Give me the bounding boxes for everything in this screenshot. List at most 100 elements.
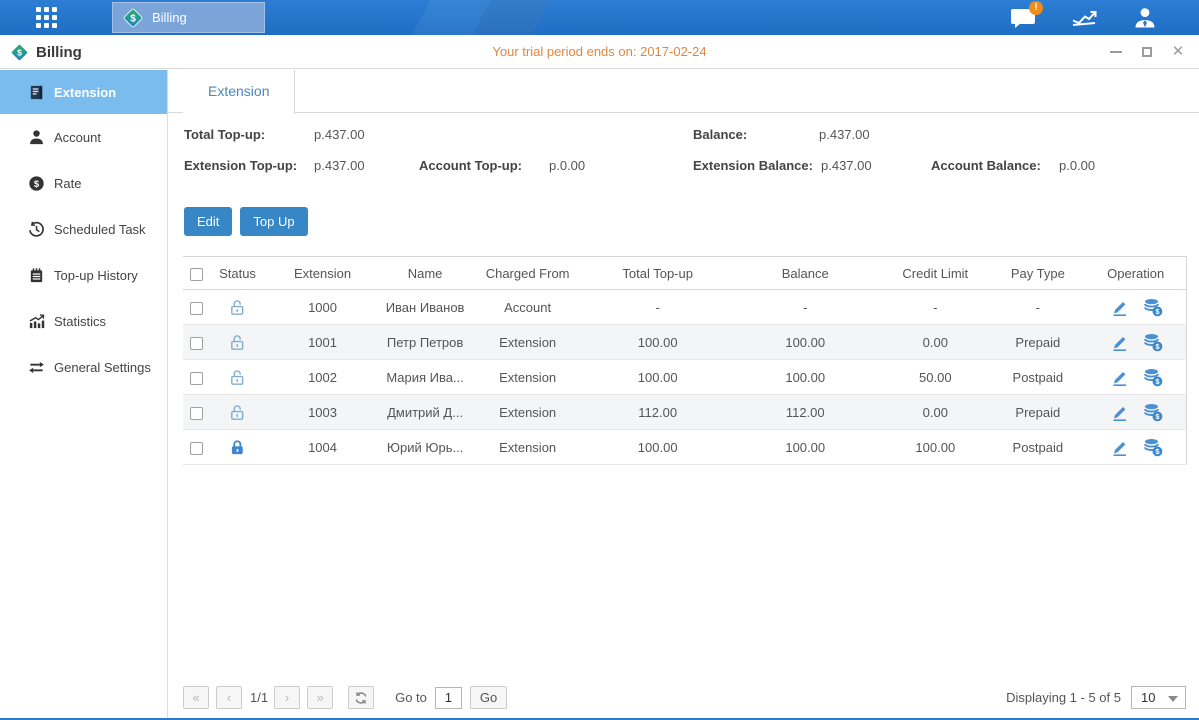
row-checkbox[interactable]	[190, 407, 203, 420]
table-row: 1001Петр ПетровExtension100.00100.000.00…	[183, 325, 1187, 360]
topup-icon[interactable]: $	[1143, 402, 1163, 422]
next-page-button[interactable]: ›	[274, 686, 300, 709]
topup-icon[interactable]: $	[1143, 437, 1163, 457]
row-checkbox[interactable]	[190, 372, 203, 385]
first-page-button[interactable]: «	[183, 686, 209, 709]
edit-button[interactable]: Edit	[184, 207, 232, 236]
cell-pay-type: Postpaid	[990, 360, 1085, 395]
sidebar: Extension Account $ Rate Scheduled Task	[0, 70, 168, 718]
cell-name: Мария Ива...	[380, 360, 470, 395]
cell-pay-type: Postpaid	[990, 430, 1085, 465]
cell-total-topup: 100.00	[585, 360, 730, 395]
taskbar-item-billing[interactable]: $ Billing	[112, 2, 265, 33]
messages-icon[interactable]: !	[1009, 5, 1037, 31]
edit-icon[interactable]	[1109, 367, 1129, 387]
sidebar-item-general-settings[interactable]: General Settings	[0, 344, 167, 390]
statistics-chart-icon[interactable]	[1070, 5, 1098, 31]
sidebar-item-label: Extension	[54, 85, 116, 100]
column-header: Balance	[730, 257, 880, 290]
cell-charged-from: Extension	[470, 430, 585, 465]
extension-balance-value: p.437.00	[821, 158, 872, 173]
page-size-select[interactable]: 10	[1131, 686, 1186, 709]
history-clock-icon	[28, 221, 45, 238]
top-navbar: $ Billing !	[0, 0, 1199, 35]
minimize-button[interactable]	[1109, 45, 1123, 59]
table-row: 1004Юрий Юрь...Extension100.00100.00100.…	[183, 430, 1187, 465]
trial-notice: Your trial period ends on: 2017-02-24	[492, 35, 706, 69]
prev-page-button[interactable]: ‹	[216, 686, 242, 709]
app-menu-icon[interactable]	[36, 7, 58, 29]
sidebar-item-scheduled-task[interactable]: Scheduled Task	[0, 206, 167, 252]
total-topup-value: p.437.00	[314, 127, 365, 142]
cell-balance: 100.00	[730, 325, 880, 360]
lock-open-icon	[228, 368, 247, 387]
cell-name: Иван Иванов	[380, 290, 470, 325]
user-account-icon[interactable]	[1131, 5, 1159, 31]
goto-page-input[interactable]	[435, 687, 462, 709]
cell-pay-type: -	[990, 290, 1085, 325]
table-header-row: StatusExtensionNameCharged FromTotal Top…	[183, 257, 1187, 290]
page-indicator: 1/1	[250, 690, 268, 705]
column-header: Pay Type	[990, 257, 1085, 290]
go-button[interactable]: Go	[470, 686, 507, 709]
ledger-icon	[28, 84, 45, 101]
table-row: 1003Дмитрий Д...Extension112.00112.000.0…	[183, 395, 1187, 430]
edit-icon[interactable]	[1109, 437, 1129, 457]
svg-text:$: $	[17, 47, 22, 57]
edit-icon[interactable]	[1109, 402, 1129, 422]
sidebar-item-account[interactable]: Account	[0, 114, 167, 160]
pagination-right: Displaying 1 - 5 of 5 10	[1006, 686, 1186, 709]
notification-badge: !	[1029, 1, 1043, 15]
cell-balance: 112.00	[730, 395, 880, 430]
billing-app-window: $ Billing ! $ Billing Your trial period …	[0, 0, 1199, 720]
tab-extension[interactable]: Extension	[183, 70, 295, 114]
topup-icon[interactable]: $	[1143, 297, 1163, 317]
cell-total-topup: 100.00	[585, 430, 730, 465]
window-title: Billing	[36, 44, 82, 61]
sidebar-item-statistics[interactable]: Statistics	[0, 298, 167, 344]
sidebar-item-topup-history[interactable]: Top-up History	[0, 252, 167, 298]
sidebar-item-label: General Settings	[54, 360, 151, 375]
sidebar-item-label: Top-up History	[54, 268, 138, 283]
dollar-circle-icon: $	[28, 175, 45, 192]
sidebar-item-label: Statistics	[54, 314, 106, 329]
topup-icon[interactable]: $	[1143, 367, 1163, 387]
select-all-checkbox[interactable]	[190, 268, 203, 281]
table-row: 1002Мария Ива...Extension100.00100.0050.…	[183, 360, 1187, 395]
window-title-group: $ Billing	[10, 35, 82, 69]
sidebar-item-label: Account	[54, 130, 101, 145]
column-header: Extension	[265, 257, 380, 290]
cell-charged-from: Account	[470, 290, 585, 325]
lock-open-icon	[228, 333, 247, 352]
total-topup-label: Total Top-up:	[184, 127, 265, 142]
refresh-icon[interactable]	[348, 686, 374, 709]
extension-table: StatusExtensionNameCharged FromTotal Top…	[183, 256, 1187, 465]
extension-table-wrap: StatusExtensionNameCharged FromTotal Top…	[183, 256, 1187, 465]
extension-topup-label: Extension Top-up:	[184, 158, 297, 173]
sidebar-item-extension[interactable]: Extension	[0, 70, 167, 114]
close-button[interactable]: ✕	[1171, 45, 1185, 59]
row-checkbox[interactable]	[190, 442, 203, 455]
topup-icon[interactable]: $	[1143, 332, 1163, 352]
row-checkbox[interactable]	[190, 302, 203, 315]
row-checkbox[interactable]	[190, 337, 203, 350]
balance-summary: Total Top-up: p.437.00 Balance: p.437.00…	[168, 119, 1199, 195]
cell-extension: 1003	[265, 395, 380, 430]
cell-name: Петр Петров	[380, 325, 470, 360]
table-body: 1000Иван ИвановAccount----$1001Петр Петр…	[183, 290, 1187, 465]
maximize-button[interactable]	[1140, 45, 1154, 59]
window-body: Extension Account $ Rate Scheduled Task	[0, 70, 1199, 718]
sidebar-item-rate[interactable]: $ Rate	[0, 160, 167, 206]
edit-icon[interactable]	[1109, 332, 1129, 352]
cell-balance: -	[730, 290, 880, 325]
top-up-button[interactable]: Top Up	[240, 207, 307, 236]
extension-balance-label: Extension Balance:	[693, 158, 813, 173]
lock-closed-icon	[228, 438, 247, 457]
edit-icon[interactable]	[1109, 297, 1129, 317]
last-page-button[interactable]: »	[307, 686, 333, 709]
balance-value: p.437.00	[819, 127, 870, 142]
cell-extension: 1001	[265, 325, 380, 360]
cell-balance: 100.00	[730, 360, 880, 395]
column-header: Charged From	[470, 257, 585, 290]
pagination-bar: « ‹ 1/1 › » Go to Go Displaying 1 - 5 of…	[183, 685, 1186, 710]
